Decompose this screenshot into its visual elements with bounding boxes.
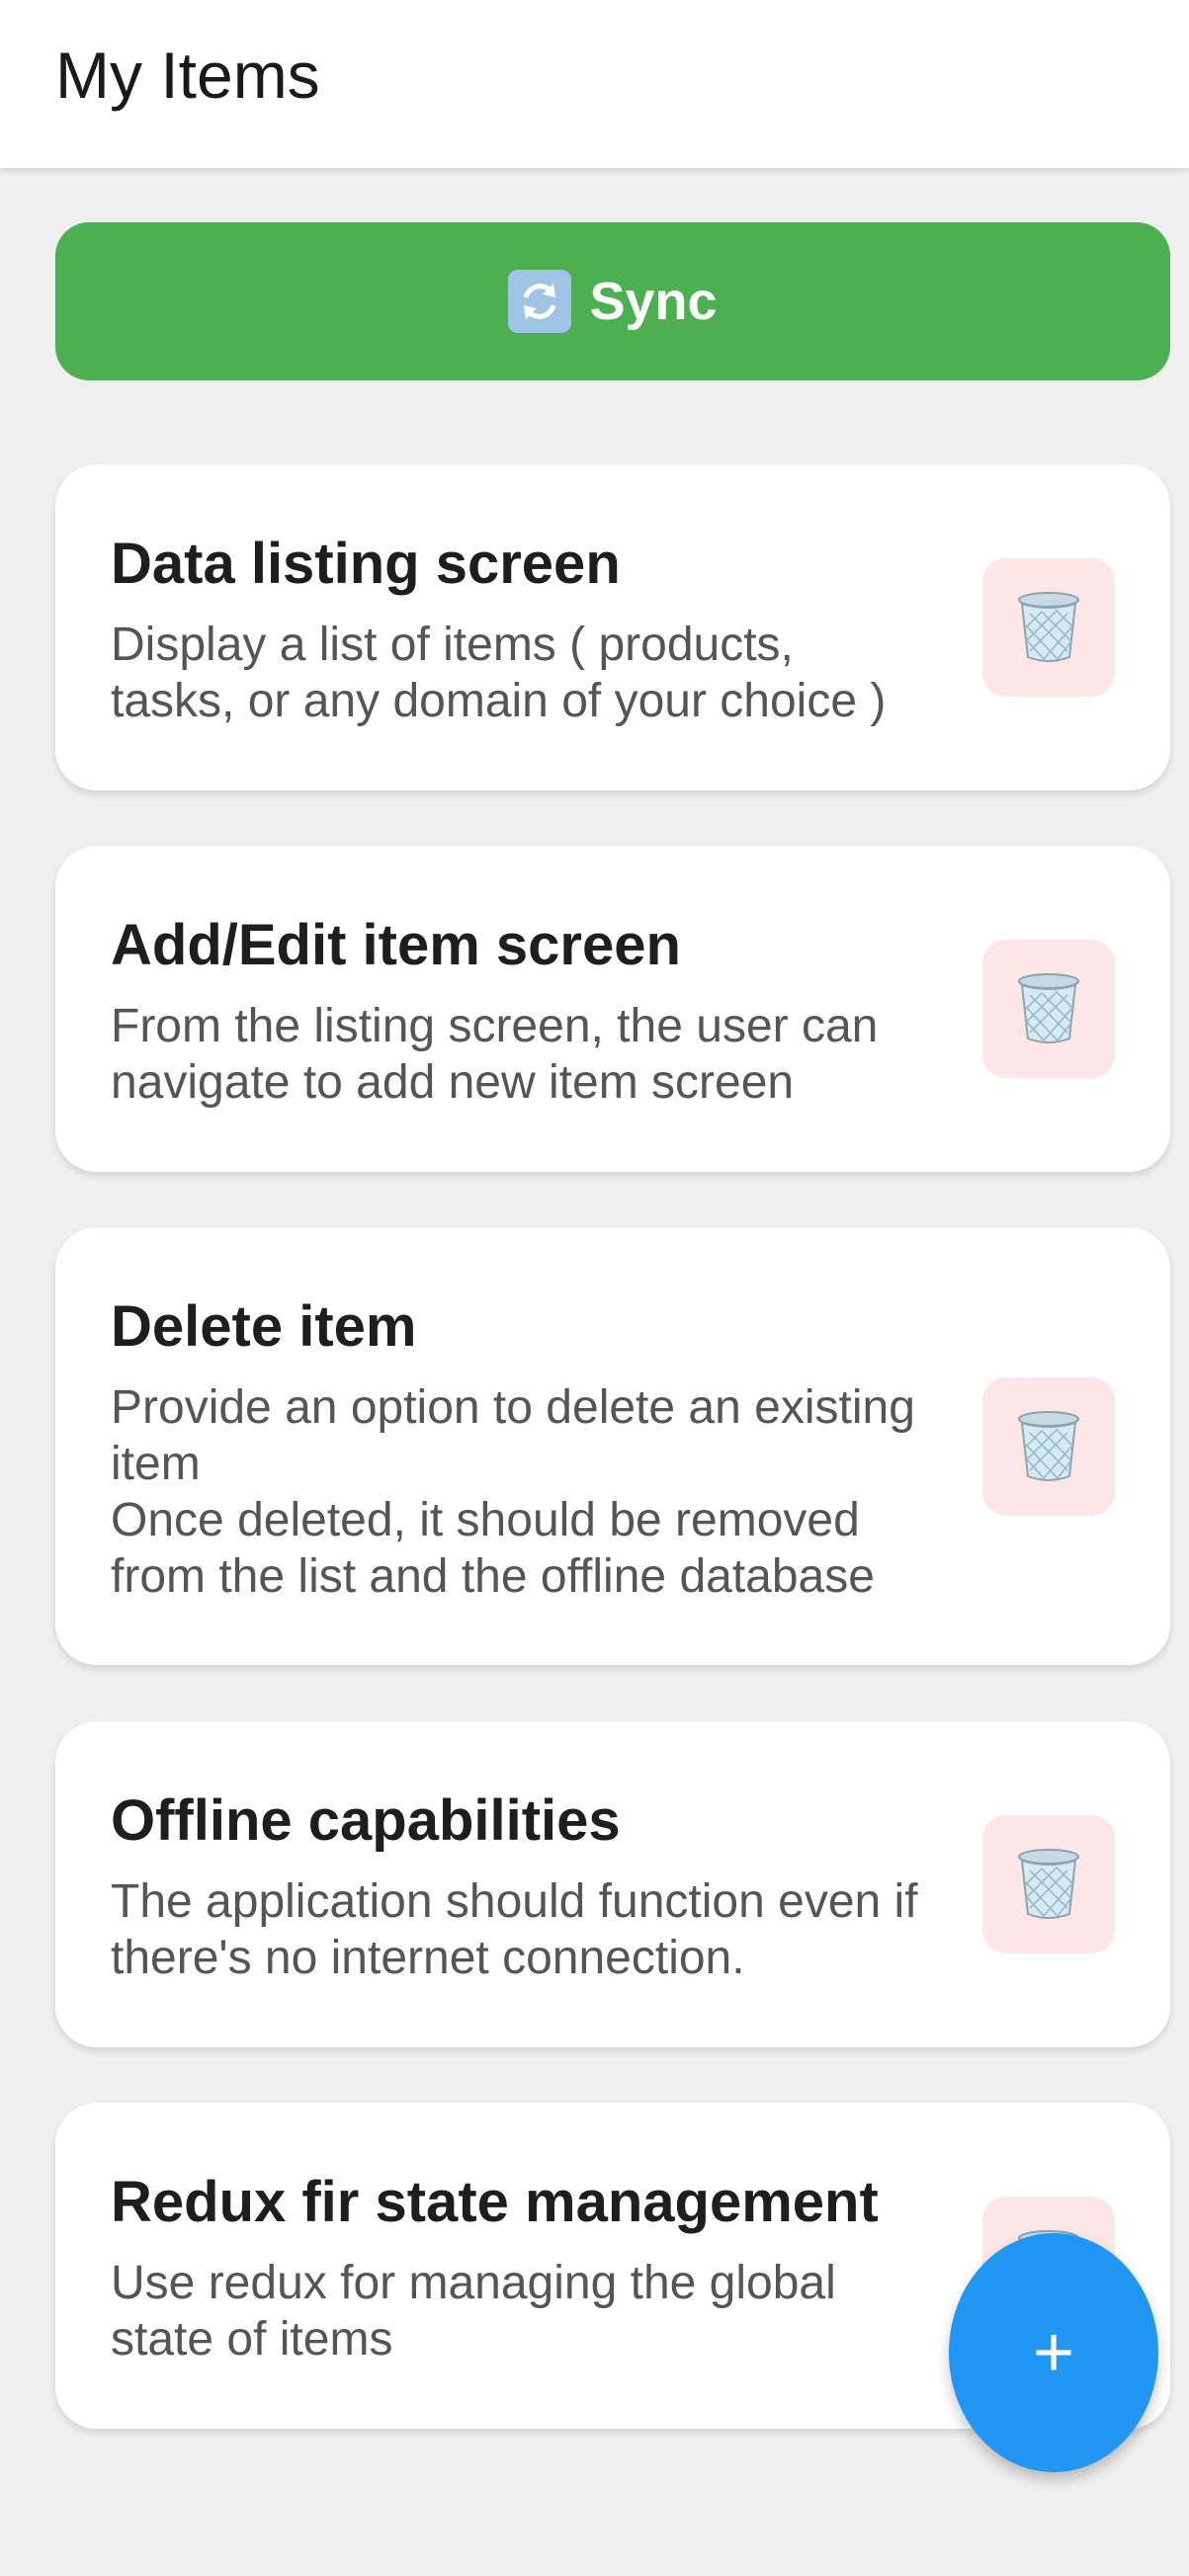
trash-icon	[1018, 1411, 1079, 1481]
item-title: Offline capabilities	[111, 1788, 621, 1853]
trash-icon	[1018, 1849, 1079, 1919]
item-description: Provide an option to delete an existing …	[111, 1381, 915, 1603]
item-description: Use redux for managing the global state …	[111, 2257, 836, 2366]
plus-icon: +	[1032, 2313, 1075, 2392]
item-title: Redux fir state management	[111, 2170, 879, 2234]
item-description: The application should function even if …	[111, 1875, 918, 1984]
list-item[interactable]: Data listing screen Display a list of it…	[55, 464, 1170, 790]
item-title: Data listing screen	[111, 532, 621, 596]
sync-button[interactable]: Sync	[55, 222, 1170, 380]
add-item-button[interactable]: +	[949, 2233, 1158, 2472]
delete-button[interactable]	[982, 1377, 1115, 1516]
item-description: Display a list of items ( products, task…	[111, 619, 887, 727]
sync-arrows-icon	[508, 270, 572, 333]
item-title: Add/Edit item screen	[111, 913, 681, 977]
sync-button-label: Sync	[589, 272, 718, 331]
list-item[interactable]: Delete item Provide an option to delete …	[55, 1227, 1170, 1665]
trash-icon	[1018, 592, 1079, 662]
delete-button[interactable]	[982, 940, 1115, 1078]
item-title: Delete item	[111, 1294, 417, 1359]
item-description: From the listing screen, the user can na…	[111, 1000, 879, 1109]
trash-icon	[1018, 973, 1079, 1043]
delete-button[interactable]	[982, 1815, 1115, 1953]
list-item[interactable]: Add/Edit item screen From the listing sc…	[55, 846, 1170, 1172]
page-title: My Items	[55, 39, 320, 112]
list-item[interactable]: Offline capabilities The application sho…	[55, 1721, 1170, 2047]
app-header: My Items	[0, 0, 1189, 168]
delete-button[interactable]	[982, 558, 1115, 697]
